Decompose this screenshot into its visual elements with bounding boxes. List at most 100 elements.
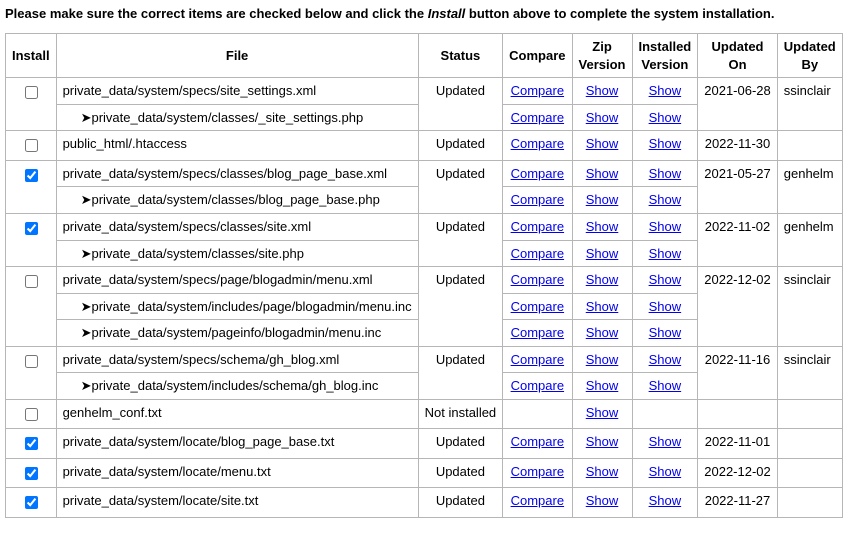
installed-version-link[interactable]: Show (649, 464, 682, 479)
install-checkbox[interactable] (25, 86, 38, 99)
updated-by: ssinclair (777, 78, 842, 131)
compare-link[interactable]: Compare (511, 246, 564, 261)
compare-link[interactable]: Compare (511, 299, 564, 314)
install-checkbox[interactable] (25, 275, 38, 288)
installed-version-link[interactable]: Show (649, 136, 682, 151)
compare-link[interactable]: Compare (511, 464, 564, 479)
zip-version-link[interactable]: Show (586, 464, 619, 479)
installed-version-link[interactable]: Show (649, 219, 682, 234)
instruction-text: Please make sure the correct items are c… (5, 5, 844, 23)
zip-version-link[interactable]: Show (586, 166, 619, 181)
install-checkbox[interactable] (25, 222, 38, 235)
installed-version-link[interactable]: Show (649, 352, 682, 367)
updated-on: 2021-06-28 (698, 78, 778, 131)
child-arrow-icon: ➤ (81, 325, 92, 340)
status-cell: Updated (418, 488, 503, 518)
zip-version-link[interactable]: Show (586, 325, 619, 340)
col-compare: Compare (503, 34, 572, 78)
updated-by (777, 458, 842, 488)
compare-link[interactable]: Compare (511, 493, 564, 508)
installed-version-link[interactable]: Show (649, 192, 682, 207)
col-install: Install (6, 34, 57, 78)
install-checkbox[interactable] (25, 408, 38, 421)
compare-link[interactable]: Compare (511, 378, 564, 393)
child-file-path: ➤private_data/system/includes/schema/gh_… (56, 373, 418, 400)
col-status: Status (418, 34, 503, 78)
child-file-path: ➤private_data/system/pageinfo/blogadmin/… (56, 320, 418, 347)
child-arrow-icon: ➤ (81, 110, 92, 125)
zip-version-link[interactable]: Show (586, 493, 619, 508)
table-row: private_data/system/locate/menu.txtUpdat… (6, 458, 843, 488)
child-file-path: ➤private_data/system/classes/blog_page_b… (56, 187, 418, 214)
install-checkbox[interactable] (25, 467, 38, 480)
updated-by (777, 131, 842, 161)
col-installed-version: Installed Version (632, 34, 698, 78)
child-arrow-icon: ➤ (81, 299, 92, 314)
file-path: private_data/system/specs/schema/gh_blog… (56, 346, 418, 373)
installed-version-link[interactable]: Show (649, 325, 682, 340)
col-updated-by: Updated By (777, 34, 842, 78)
updated-by (777, 429, 842, 459)
updated-on (698, 399, 778, 429)
installed-version-link[interactable]: Show (649, 299, 682, 314)
zip-version-link[interactable]: Show (586, 246, 619, 261)
installed-version-link[interactable]: Show (649, 378, 682, 393)
install-checkbox[interactable] (25, 139, 38, 152)
table-row: private_data/system/locate/blog_page_bas… (6, 429, 843, 459)
zip-version-link[interactable]: Show (586, 83, 619, 98)
compare-link[interactable]: Compare (511, 434, 564, 449)
install-table: Install File Status Compare Zip Version … (5, 33, 843, 518)
col-file: File (56, 34, 418, 78)
compare-link[interactable]: Compare (511, 352, 564, 367)
child-arrow-icon: ➤ (81, 378, 92, 393)
compare-link[interactable]: Compare (511, 110, 564, 125)
installed-version-link[interactable]: Show (649, 246, 682, 261)
zip-version-link[interactable]: Show (586, 352, 619, 367)
status-cell: Updated (418, 429, 503, 459)
installed-version-link[interactable]: Show (649, 493, 682, 508)
table-row: private_data/system/specs/classes/blog_p… (6, 160, 843, 187)
install-checkbox[interactable] (25, 496, 38, 509)
status-cell: Updated (418, 214, 503, 267)
installed-version-link[interactable]: Show (649, 110, 682, 125)
updated-by: genhelm (777, 214, 842, 267)
installed-version-link[interactable]: Show (649, 434, 682, 449)
zip-version-link[interactable]: Show (586, 272, 619, 287)
compare-link[interactable]: Compare (511, 166, 564, 181)
file-path: private_data/system/specs/classes/blog_p… (56, 160, 418, 187)
file-path: private_data/system/specs/classes/site.x… (56, 214, 418, 241)
updated-on: 2021-05-27 (698, 160, 778, 213)
zip-version-link[interactable]: Show (586, 299, 619, 314)
install-checkbox[interactable] (25, 169, 38, 182)
zip-version-link[interactable]: Show (586, 192, 619, 207)
child-file-path: ➤private_data/system/includes/page/bloga… (56, 293, 418, 320)
compare-link[interactable]: Compare (511, 272, 564, 287)
zip-version-link[interactable]: Show (586, 110, 619, 125)
table-row: public_html/.htaccessUpdatedCompareShowS… (6, 131, 843, 161)
installed-version-link[interactable]: Show (649, 272, 682, 287)
zip-version-link[interactable]: Show (586, 219, 619, 234)
updated-on: 2022-11-02 (698, 214, 778, 267)
compare-link[interactable]: Compare (511, 83, 564, 98)
table-row: private_data/system/specs/page/blogadmin… (6, 267, 843, 294)
zip-version-link[interactable]: Show (586, 405, 619, 420)
compare-link[interactable]: Compare (511, 325, 564, 340)
file-path: public_html/.htaccess (56, 131, 418, 161)
zip-version-link[interactable]: Show (586, 136, 619, 151)
install-checkbox[interactable] (25, 355, 38, 368)
compare-link[interactable]: Compare (511, 136, 564, 151)
table-row: private_data/system/locate/site.txtUpdat… (6, 488, 843, 518)
table-header-row: Install File Status Compare Zip Version … (6, 34, 843, 78)
updated-on: 2022-12-02 (698, 267, 778, 347)
install-checkbox[interactable] (25, 437, 38, 450)
status-cell: Not installed (418, 399, 503, 429)
zip-version-link[interactable]: Show (586, 434, 619, 449)
compare-link[interactable]: Compare (511, 192, 564, 207)
installed-version-link[interactable]: Show (649, 166, 682, 181)
compare-link[interactable]: Compare (511, 219, 564, 234)
zip-version-link[interactable]: Show (586, 378, 619, 393)
updated-by: ssinclair (777, 267, 842, 347)
table-row: private_data/system/specs/schema/gh_blog… (6, 346, 843, 373)
status-cell: Updated (418, 346, 503, 399)
installed-version-link[interactable]: Show (649, 83, 682, 98)
